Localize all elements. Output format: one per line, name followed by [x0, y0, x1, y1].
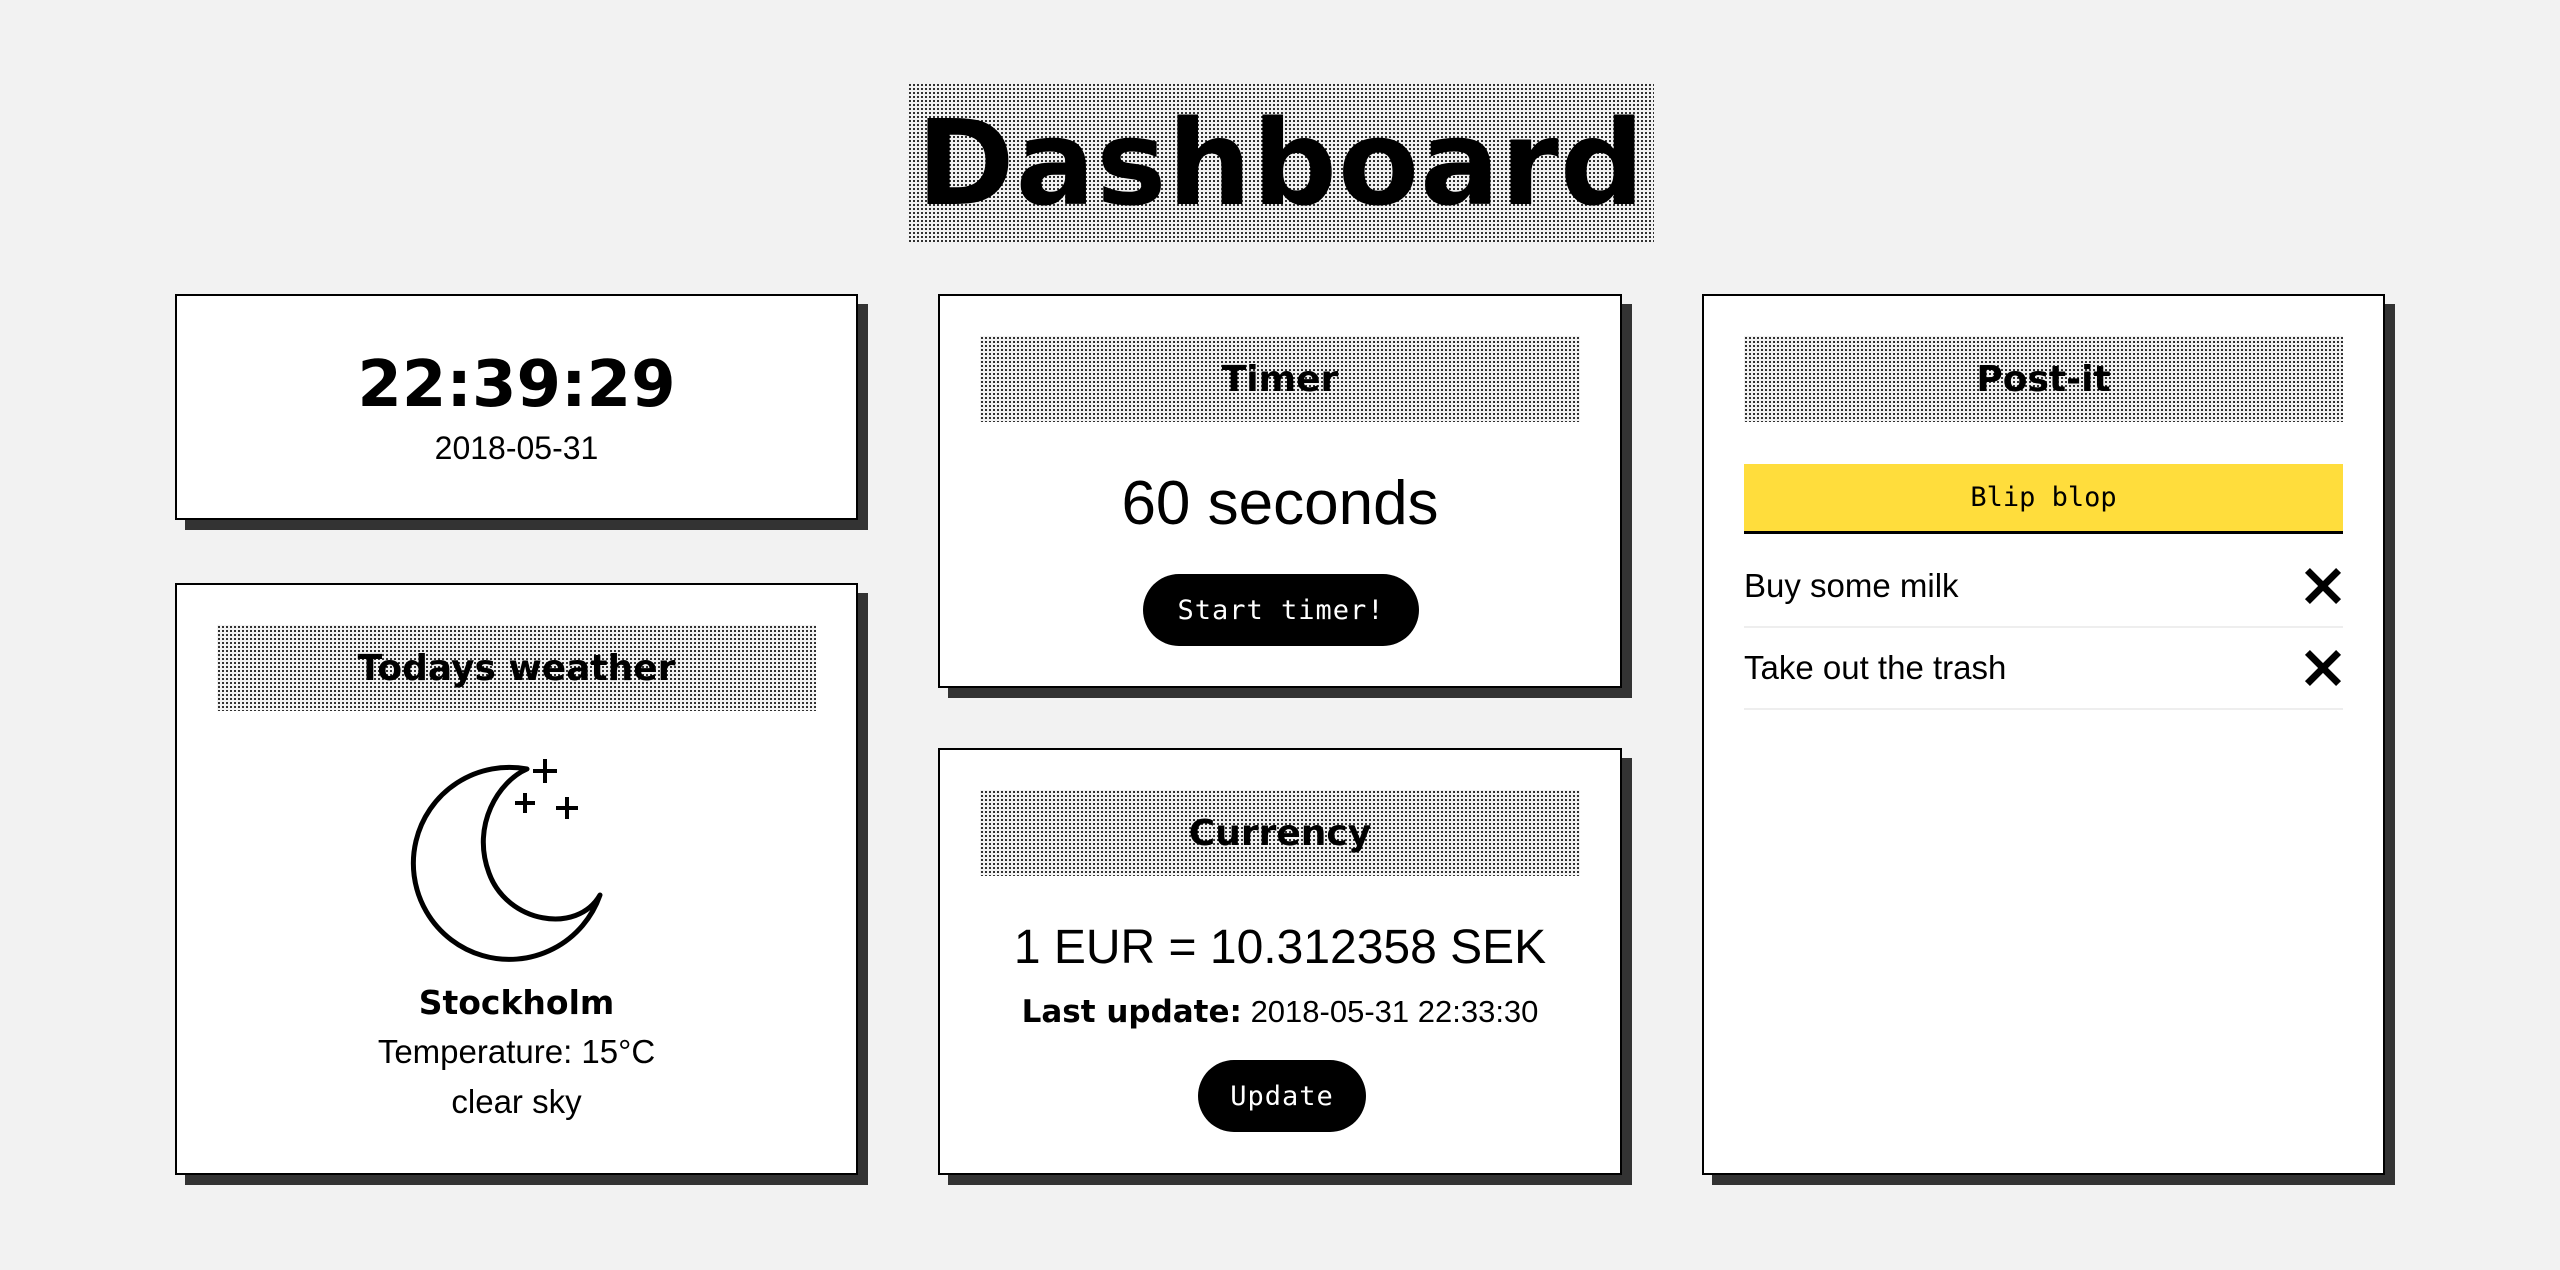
- postit-header: Post-it: [1744, 336, 2343, 422]
- postit-card: Post-it Buy some milk Take out the trash: [1702, 294, 2385, 1175]
- currency-rate: 1 EUR = 10.312358 SEK: [1013, 921, 1547, 974]
- currency-last-update: Last update: 2018-05-31 22:33:30: [940, 994, 1620, 1030]
- weather-card: Todays weather Stockholm Temperature: 15…: [175, 583, 858, 1175]
- weather-header: Todays weather: [217, 625, 816, 711]
- clock-date: 2018-05-31: [434, 430, 599, 466]
- weather-temperature: Temperature: 15°C: [377, 1033, 656, 1070]
- timer-value: 60 seconds: [1121, 469, 1439, 538]
- postit-item-label: Buy some milk: [1744, 567, 1959, 604]
- clock-card: 22:39:29 2018-05-31: [175, 294, 858, 520]
- last-update-label: Last update:: [1021, 994, 1242, 1030]
- timer-header: Timer: [980, 336, 1580, 422]
- clock-time: 22:39:29: [357, 348, 676, 422]
- postit-item-label: Take out the trash: [1744, 649, 2007, 686]
- timer-card: Timer 60 seconds Start timer!: [938, 294, 1622, 688]
- list-item: Take out the trash: [1744, 628, 2343, 710]
- moon-stars-icon: [410, 759, 603, 962]
- postit-input[interactable]: [1744, 464, 2343, 534]
- close-icon[interactable]: [2303, 648, 2343, 688]
- close-icon[interactable]: [2303, 566, 2343, 606]
- start-timer-button[interactable]: Start timer!: [1143, 574, 1419, 646]
- postit-list: Buy some milk Take out the trash: [1744, 546, 2343, 710]
- weather-city: Stockholm: [418, 983, 615, 1022]
- page-title: Dashboard: [908, 83, 1654, 243]
- weather-description: clear sky: [451, 1083, 582, 1120]
- last-update-value: 2018-05-31 22:33:30: [1250, 994, 1539, 1029]
- update-button[interactable]: Update: [1198, 1060, 1366, 1132]
- list-item: Buy some milk: [1744, 546, 2343, 628]
- currency-card: Currency 1 EUR = 10.312358 SEK Last upda…: [938, 748, 1622, 1175]
- currency-header: Currency: [980, 790, 1580, 876]
